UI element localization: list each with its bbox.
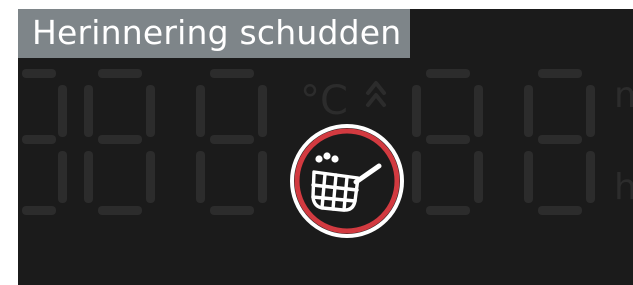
digit-2 bbox=[84, 69, 155, 215]
celsius-unit-label: °C bbox=[300, 78, 348, 124]
notification-title-bar: Herinnering schudden bbox=[18, 9, 410, 58]
digit-5 bbox=[524, 69, 595, 215]
hours-unit-label: h bbox=[614, 167, 633, 208]
digit-1 bbox=[22, 69, 67, 215]
notification-title: Herinnering schudden bbox=[32, 13, 402, 52]
double-chevron-up-icon bbox=[366, 81, 386, 107]
digit-3 bbox=[196, 69, 267, 215]
digit-4 bbox=[412, 69, 483, 215]
shake-basket-icon bbox=[290, 124, 404, 238]
minutes-unit-label: m bbox=[614, 75, 633, 116]
appliance-display-panel: °C m h Herinnering schudden bbox=[18, 9, 633, 285]
